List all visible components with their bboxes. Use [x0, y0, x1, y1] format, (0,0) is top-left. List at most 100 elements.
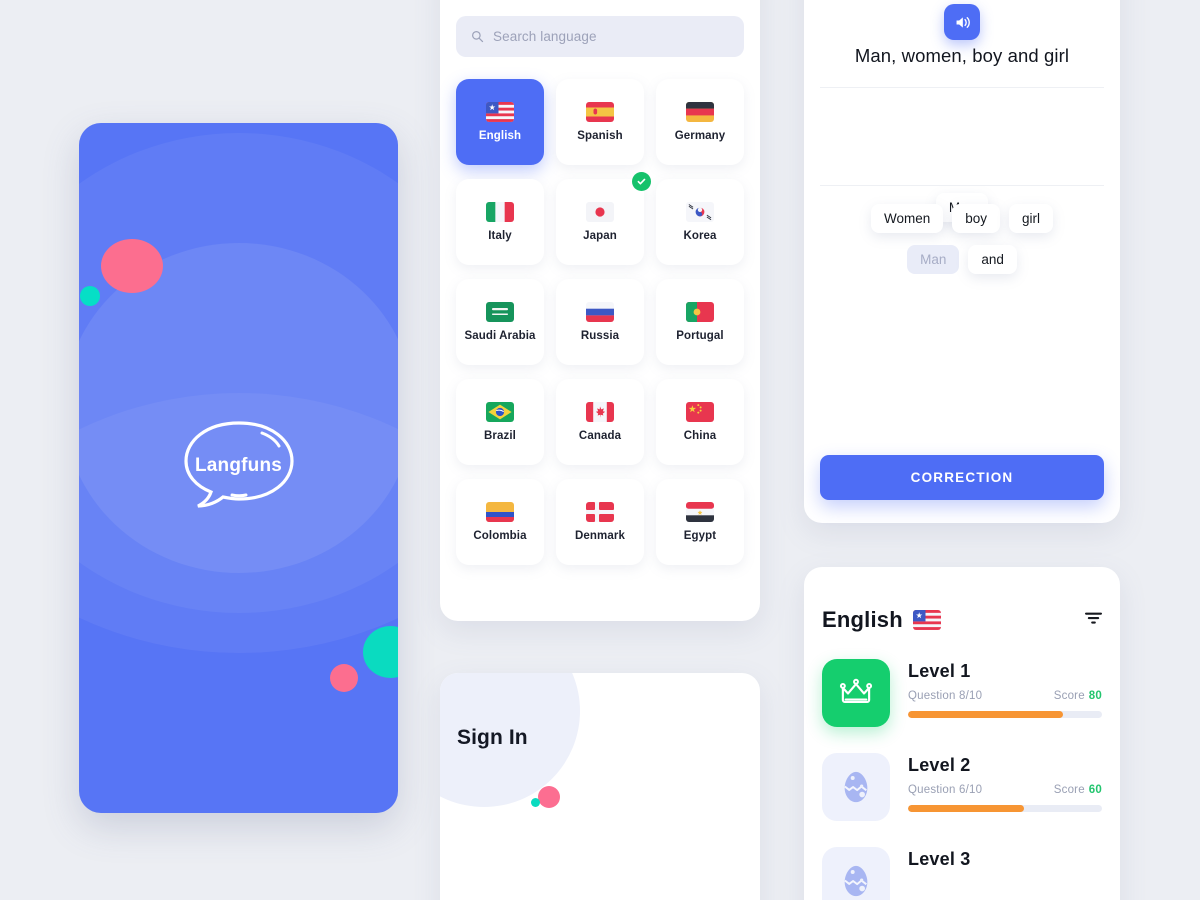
decorative-dot-pink [538, 786, 560, 808]
decorative-blob-teal [80, 286, 100, 306]
language-tile-label: Italy [488, 230, 512, 242]
splash-phone: Langfuns [79, 123, 398, 813]
levels-list: Level 1 Question 8/10 Score 80 Level 2 Questi… [822, 659, 1102, 900]
divider [820, 185, 1104, 186]
level-row[interactable]: Level 1 Question 8/10 Score 80 [822, 659, 1102, 727]
language-tile-label: Portugal [676, 330, 724, 342]
language-tile-japan[interactable]: Japan [556, 172, 651, 265]
signin-title: Sign In [457, 726, 528, 749]
egg-icon [822, 753, 890, 821]
word-chip[interactable]: girl [1009, 204, 1054, 233]
level-question-count: Question 8/10 [908, 690, 983, 702]
ca-flag-icon [586, 402, 614, 422]
language-tile-label: Brazil [484, 430, 516, 442]
quiz-card: Man, women, boy and girl Man Women boygir… [804, 0, 1120, 523]
speaker-button[interactable] [944, 4, 980, 40]
level-score: Score 60 [1054, 784, 1102, 796]
screen: Langfuns Search language English Spanish G… [0, 0, 1200, 900]
level-progress-fill [908, 711, 1064, 718]
language-tile-label: Spanish [577, 130, 623, 142]
language-tile-denmark[interactable]: Denmark [556, 479, 644, 565]
levels-header: English [822, 607, 1102, 633]
language-tile-egypt[interactable]: Egypt [656, 479, 744, 565]
language-tile-english[interactable]: English [456, 79, 544, 165]
level-progress-bar [908, 711, 1102, 718]
level-progress-fill [908, 805, 1025, 812]
language-tile-label: Colombia [473, 530, 527, 542]
word-bank: Women boy girl Man and [820, 204, 1104, 286]
jp-flag-icon [586, 202, 614, 222]
check-icon [632, 172, 651, 191]
language-tile-spanish[interactable]: Spanish [556, 79, 644, 165]
level-title: Level 1 [908, 661, 971, 681]
language-tile-label: Korea [683, 230, 717, 242]
pt-flag-icon [686, 302, 714, 322]
language-tile-china[interactable]: China [656, 379, 744, 465]
language-tile-label: Denmark [575, 530, 625, 542]
level-score-label: Score [1053, 690, 1085, 702]
word-chip[interactable]: and [968, 245, 1017, 274]
it-flag-icon [486, 202, 514, 222]
us-flag-icon [486, 102, 514, 122]
correction-button[interactable]: CORRECTION [820, 455, 1104, 500]
language-picker-card: Search language English Spanish Germany Ita… [440, 0, 760, 621]
language-grid: English Spanish Germany Italy Japan Korea Saud… [456, 79, 744, 565]
language-tile-label: Egypt [683, 530, 717, 542]
language-tile-saudi-arabia[interactable]: Saudi Arabia [456, 279, 544, 365]
language-tile-label: Saudi Arabia [464, 330, 536, 342]
word-chip[interactable]: Women [870, 204, 944, 233]
level-body: Level 3 [908, 847, 1102, 870]
level-body: Level 1 Question 8/10 Score 80 [908, 659, 1102, 718]
level-row[interactable]: Level 3 [822, 847, 1102, 900]
level-title: Level 2 [908, 755, 971, 775]
level-score: Score 80 [1054, 690, 1102, 702]
level-body: Level 2 Question 6/10 Score 60 [908, 753, 1102, 812]
level-title: Level 3 [908, 849, 971, 869]
language-tile-colombia[interactable]: Colombia [456, 479, 544, 565]
language-tile-brazil[interactable]: Brazil [456, 379, 544, 465]
language-tile-korea[interactable]: Korea [656, 179, 744, 265]
decorative-blob-pink [330, 664, 358, 692]
level-score-value: 60 [1088, 784, 1102, 796]
level-score-value: 80 [1088, 690, 1102, 702]
dk-flag-icon [586, 502, 614, 522]
level-row[interactable]: Level 2 Question 6/10 Score 60 [822, 753, 1102, 821]
language-tile-label: Japan [583, 230, 617, 242]
level-meta: Question 6/10 Score 60 [908, 784, 1102, 796]
language-tile-canada[interactable]: Canada [556, 379, 644, 465]
sa-flag-icon [486, 302, 514, 322]
search-icon [472, 31, 484, 43]
kr-flag-icon [686, 202, 714, 222]
us-flag-icon [912, 610, 941, 630]
es-flag-icon [586, 102, 614, 122]
search-input[interactable]: Search language [456, 16, 744, 57]
de-flag-icon [686, 102, 714, 122]
eg-flag-icon [686, 502, 714, 522]
level-score-label: Score [1053, 784, 1085, 796]
crown-icon [822, 659, 890, 727]
language-tile-label: Germany [674, 130, 726, 142]
brand-wordmark: Langfuns [194, 455, 283, 476]
word-bank-row: Man and [820, 245, 1104, 274]
ru-flag-icon [586, 302, 614, 322]
language-tile-label: Russia [580, 330, 620, 342]
language-tile-label: Canada [578, 430, 622, 442]
divider [820, 87, 1104, 88]
co-flag-icon [486, 502, 514, 522]
decorative-dot-teal [531, 798, 540, 807]
language-tile-label: English [478, 130, 522, 142]
egg-icon [822, 847, 890, 900]
decorative-blob-pink [101, 239, 163, 293]
search-placeholder: Search language [493, 29, 597, 44]
word-chip: Man [907, 245, 960, 274]
language-tile-portugal[interactable]: Portugal [656, 279, 744, 365]
filter-icon[interactable] [1085, 611, 1102, 630]
language-tile-germany[interactable]: Germany [656, 79, 744, 165]
word-chip[interactable]: boy [952, 204, 1001, 233]
word-bank-row: Women boy girl [820, 204, 1104, 233]
language-tile-label: China [683, 430, 717, 442]
language-tile-russia[interactable]: Russia [556, 279, 644, 365]
levels-card: English Level 1 Question 8/10 Score 80 L… [804, 567, 1120, 900]
levels-title: English [822, 607, 903, 632]
language-tile-italy[interactable]: Italy [456, 179, 544, 265]
